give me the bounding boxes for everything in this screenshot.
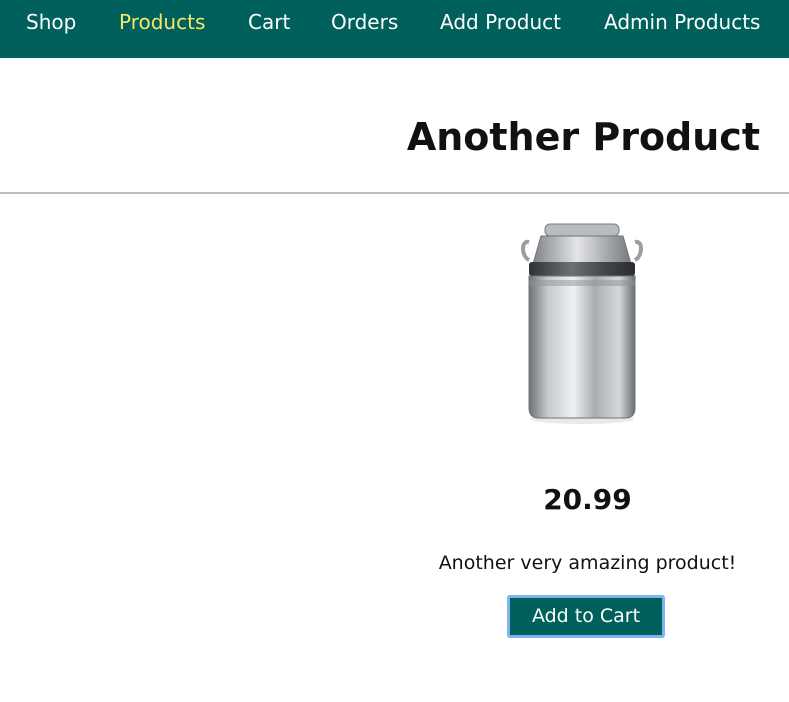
nav-item-shop[interactable]: Shop xyxy=(26,9,76,35)
product-description: Another very amazing product! xyxy=(438,552,737,574)
title-divider xyxy=(0,192,789,194)
nav-item-orders[interactable]: Orders xyxy=(331,9,398,35)
nav-item-add-product[interactable]: Add Product xyxy=(440,9,561,35)
product-title: Another Product xyxy=(406,115,760,159)
nav-item-products[interactable]: Products xyxy=(119,9,205,35)
add-to-cart-button[interactable]: Add to Cart xyxy=(507,595,665,638)
nav-item-cart[interactable]: Cart xyxy=(248,9,290,35)
product-price: 20.99 xyxy=(543,483,632,516)
product-image xyxy=(507,216,657,428)
main-navigation: Shop Products Cart Orders Add Product Ad… xyxy=(0,0,789,58)
milk-can-icon xyxy=(521,223,643,424)
nav-item-admin-products[interactable]: Admin Products xyxy=(604,9,760,35)
